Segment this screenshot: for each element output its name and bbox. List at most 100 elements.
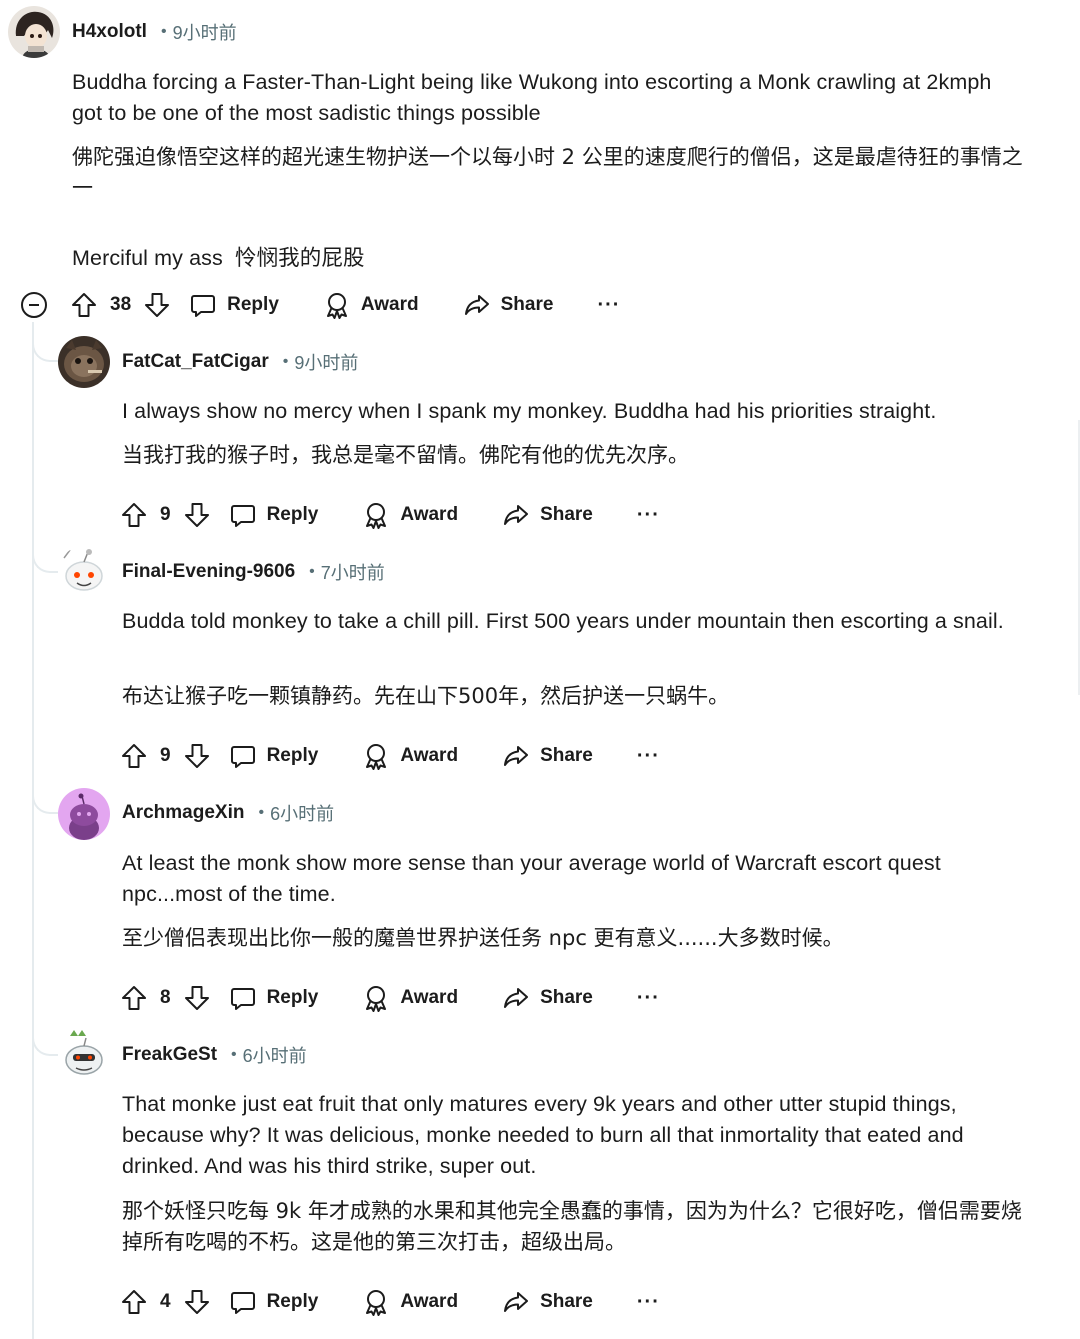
comment-header: FreakGeSt • 6小时前 xyxy=(122,1041,307,1069)
upvote-icon xyxy=(122,1290,146,1314)
upvote-button[interactable] xyxy=(120,984,148,1012)
meta-separator: • xyxy=(282,353,289,370)
award-label: Award xyxy=(400,1291,459,1312)
reply-label: Reply xyxy=(266,504,319,525)
comment-bubble-icon xyxy=(230,505,255,527)
timestamp[interactable]: 9小时前 xyxy=(294,349,358,375)
upvote-button[interactable] xyxy=(120,742,148,770)
comment-bubble-icon xyxy=(230,1292,255,1314)
more-options-button[interactable]: ··· xyxy=(637,987,660,1010)
comment-header: FatCat_FatCigar • 9小时前 xyxy=(122,348,358,376)
timestamp[interactable]: 6小时前 xyxy=(270,800,334,826)
share-label: Share xyxy=(500,294,554,315)
avatar[interactable] xyxy=(58,546,110,598)
username[interactable]: Final-Evening-9606 xyxy=(122,561,295,583)
thread-line xyxy=(32,322,34,1339)
share-arrow-icon xyxy=(504,746,529,766)
comment-bubble-icon xyxy=(230,988,255,1010)
reply-button[interactable]: Reply xyxy=(229,984,318,1012)
username[interactable]: FreakGeSt xyxy=(122,1044,217,1066)
award-button[interactable]: Award xyxy=(362,501,458,529)
username[interactable]: H4xolotl xyxy=(72,21,147,43)
comment-text-en: That monke just eat fruit that only matu… xyxy=(122,1092,964,1178)
upvote-button[interactable] xyxy=(120,1288,148,1316)
downvote-button[interactable] xyxy=(183,984,211,1012)
share-arrow-icon xyxy=(504,505,529,525)
share-label: Share xyxy=(540,745,593,766)
award-ribbon-icon xyxy=(366,986,387,1012)
upvote-button[interactable] xyxy=(120,501,148,529)
username[interactable]: ArchmageXin xyxy=(122,802,244,824)
award-label: Award xyxy=(400,745,459,766)
downvote-button[interactable] xyxy=(183,501,211,529)
upvote-icon xyxy=(122,503,146,527)
award-button[interactable]: Award xyxy=(362,742,458,770)
award-label: Award xyxy=(400,504,459,525)
vote-score: 9 xyxy=(160,504,171,525)
upvote-icon xyxy=(122,744,146,768)
share-button[interactable]: Share xyxy=(463,291,554,319)
comment-bubble-icon xyxy=(230,746,255,768)
comment-text-extra: Merciful my ass 怜悯我的屁股 xyxy=(72,246,365,270)
more-options-button[interactable]: ··· xyxy=(637,504,660,527)
comment-text-en: Budda told monkey to take a chill pill. … xyxy=(122,609,1004,633)
upvote-button[interactable] xyxy=(70,291,98,319)
vote-score: 8 xyxy=(160,987,171,1008)
comment-header: Final-Evening-9606 • 7小时前 xyxy=(122,558,385,586)
more-options-button[interactable]: ··· xyxy=(637,745,660,768)
more-options-button[interactable]: ··· xyxy=(597,294,620,317)
downvote-icon xyxy=(145,293,170,317)
upvote-icon xyxy=(72,293,96,317)
comment-text-en: At least the monk show more sense than y… xyxy=(122,851,941,906)
downvote-icon xyxy=(184,503,209,527)
reply-button[interactable]: Reply xyxy=(229,1288,319,1316)
more-options-button[interactable]: ··· xyxy=(637,1291,660,1314)
award-button[interactable]: Award xyxy=(362,984,458,1012)
timestamp[interactable]: 9小时前 xyxy=(173,19,237,45)
share-button[interactable]: Share xyxy=(502,742,593,770)
vote-score: 38 xyxy=(110,294,132,315)
meta-separator: • xyxy=(231,1046,237,1063)
collapse-minus-icon xyxy=(29,304,39,306)
share-arrow-icon xyxy=(504,1292,529,1312)
reply-label: Reply xyxy=(266,1291,319,1312)
reply-button[interactable]: Reply xyxy=(229,501,319,529)
upvote-icon xyxy=(122,986,146,1010)
timestamp[interactable]: 7小时前 xyxy=(321,559,385,585)
collapse-thread-button[interactable] xyxy=(21,292,47,318)
comment-text-cn: 布达让猴子吃一颗镇静药。先在山下500年，然后护送一只蜗牛。 xyxy=(122,684,730,708)
award-button[interactable]: Award xyxy=(323,291,419,319)
reply-button[interactable]: Reply xyxy=(189,291,279,319)
award-button[interactable]: Award xyxy=(362,1288,458,1316)
timestamp[interactable]: 6小时前 xyxy=(243,1042,307,1068)
meta-separator: • xyxy=(160,23,167,40)
comment-text-en: I always show no mercy when I spank my m… xyxy=(122,399,937,423)
vote-score: 9 xyxy=(160,745,171,766)
avatar[interactable] xyxy=(58,788,110,840)
share-arrow-icon xyxy=(464,295,489,315)
reply-connector xyxy=(32,322,58,362)
share-label: Share xyxy=(540,504,593,525)
share-button[interactable]: Share xyxy=(502,984,593,1012)
avatar[interactable] xyxy=(58,1028,110,1080)
avatar[interactable] xyxy=(58,336,110,388)
downvote-icon xyxy=(184,744,209,768)
downvote-button[interactable] xyxy=(143,291,171,319)
award-ribbon-icon xyxy=(366,503,387,529)
meta-separator: • xyxy=(258,804,265,821)
share-button[interactable]: Share xyxy=(502,1288,593,1316)
username[interactable]: FatCat_FatCigar xyxy=(122,351,269,373)
downvote-button[interactable] xyxy=(183,1288,211,1316)
comment-text-cn: 当我打我的猴子时，我总是毫不留情。佛陀有他的优先次序。 xyxy=(122,443,689,467)
downvote-icon xyxy=(184,1290,209,1314)
share-button[interactable]: Share xyxy=(502,501,593,529)
comment-text-en: Buddha forcing a Faster-Than-Light being… xyxy=(72,70,992,125)
award-ribbon-icon xyxy=(366,744,387,770)
downvote-button[interactable] xyxy=(183,742,211,770)
avatar[interactable] xyxy=(8,6,60,58)
reply-button[interactable]: Reply xyxy=(229,742,318,770)
downvote-icon xyxy=(184,986,209,1010)
award-label: Award xyxy=(360,294,419,315)
reply-connector xyxy=(32,776,58,814)
comment-actions: 9 Reply Award Share ··· xyxy=(120,738,660,774)
